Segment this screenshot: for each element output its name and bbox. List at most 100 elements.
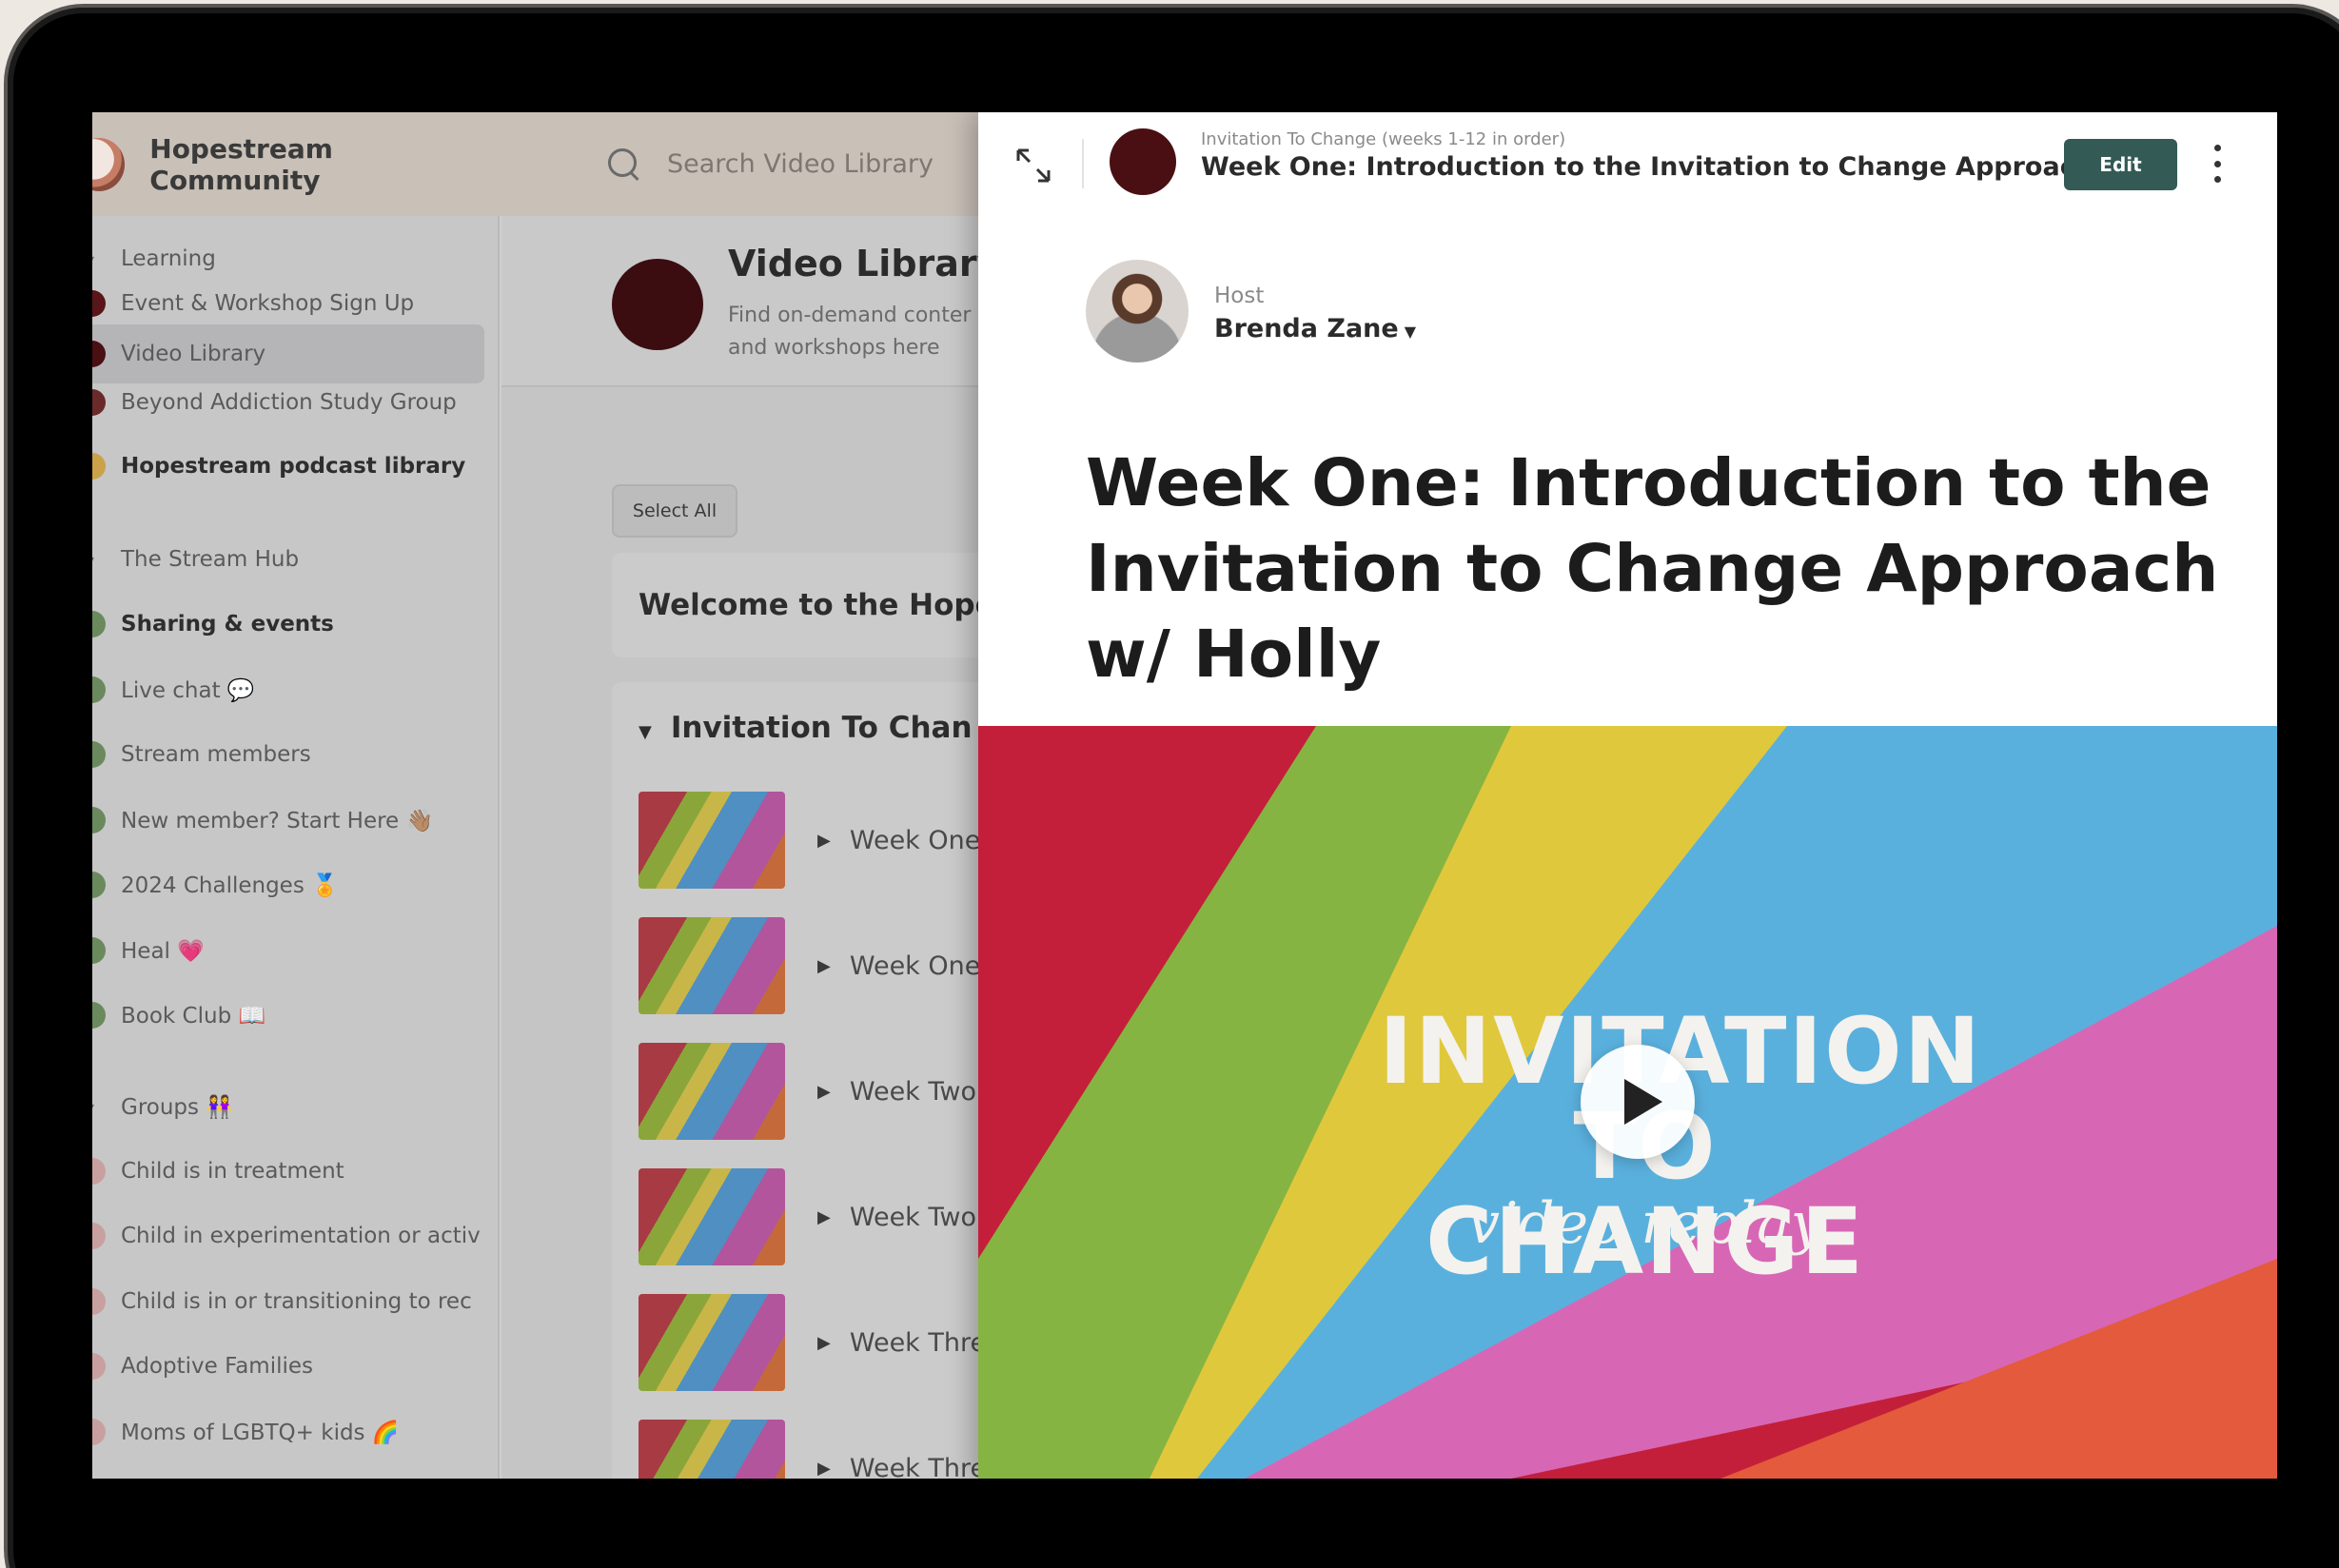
sidebar-item-groups[interactable]: ▾ Groups 👭 bbox=[92, 1077, 484, 1136]
header-title: Week One: Introduction to the Invitation… bbox=[1201, 152, 2174, 182]
space-icon bbox=[92, 872, 106, 898]
sidebar-item-label: Child in experimentation or activ bbox=[121, 1224, 481, 1248]
community-name: Hopestream Community bbox=[149, 132, 333, 196]
library-avatar bbox=[612, 259, 703, 350]
sidebar-item-stream-members[interactable]: Stream members bbox=[92, 725, 484, 784]
screen: Hopestream Community Search Video Librar… bbox=[92, 112, 2277, 1479]
sidebar-item-label: Moms of LGBTQ+ kids 🌈 bbox=[121, 1420, 400, 1445]
space-icon bbox=[92, 741, 106, 768]
chevron-down-icon[interactable]: ▾ bbox=[92, 551, 100, 569]
sidebar-item-label: Event & Workshop Sign Up bbox=[121, 291, 415, 316]
space-icon bbox=[92, 1288, 106, 1315]
sidebar-item-label: Hopestream podcast library bbox=[121, 454, 466, 479]
expand-icon[interactable] bbox=[1014, 147, 1052, 185]
space-icon bbox=[92, 1158, 106, 1185]
video-label: Week Thre bbox=[849, 1327, 987, 1358]
library-description-line: Find on-demand conter bbox=[728, 304, 972, 327]
library-description-line: and workshops here bbox=[728, 336, 940, 360]
sidebar-item-live-chat[interactable]: Live chat 💬 bbox=[92, 660, 484, 719]
space-avatar bbox=[1110, 128, 1176, 195]
video-thumbnail[interactable] bbox=[639, 917, 785, 1014]
caret-down-icon[interactable]: ▼ bbox=[639, 722, 652, 742]
video-label: Week One bbox=[849, 825, 981, 855]
video-thumbnail[interactable] bbox=[639, 1420, 785, 1479]
sidebar-item-book-club[interactable]: Book Club 📖 bbox=[92, 986, 484, 1045]
section-title[interactable]: ▼ Invitation To Chan bbox=[639, 711, 973, 745]
video-thumbnail[interactable] bbox=[639, 1294, 785, 1391]
space-icon bbox=[92, 676, 106, 703]
chevron-down-icon[interactable]: ▾ bbox=[92, 250, 100, 268]
post-panel: Invitation To Change (weeks 1-12 in orde… bbox=[978, 112, 2277, 1479]
community-logo-icon bbox=[92, 137, 126, 191]
space-icon bbox=[92, 1002, 106, 1029]
sidebar-item-beyond-addiction[interactable]: Beyond Addiction Study Group bbox=[92, 373, 484, 432]
sidebar-item-label: Stream members bbox=[121, 742, 311, 767]
section-title-label: Invitation To Chan bbox=[670, 711, 973, 745]
host-name-text: Brenda Zane bbox=[1214, 314, 1399, 343]
video-thumbnail[interactable] bbox=[639, 1168, 785, 1265]
device-frame: Hopestream Community Search Video Librar… bbox=[8, 8, 2339, 1568]
breadcrumb[interactable]: Invitation To Change (weeks 1-12 in orde… bbox=[1201, 129, 1565, 149]
video-player[interactable]: INVITATION TO CHANGE video replay bbox=[978, 726, 2277, 1479]
sidebar-item-heal[interactable]: Heal 💗 bbox=[92, 921, 484, 980]
space-icon bbox=[92, 1419, 106, 1445]
video-subtitle: video replay bbox=[1467, 1190, 1823, 1257]
sidebar-item-stream-hub[interactable]: ▾ The Stream Hub bbox=[92, 530, 484, 589]
sidebar-item-podcast-library[interactable]: Hopestream podcast library bbox=[92, 437, 484, 496]
sidebar-item-child-in-treatment[interactable]: Child is in treatment bbox=[92, 1142, 484, 1201]
video-label: Week Thre bbox=[849, 1453, 987, 1480]
space-icon bbox=[92, 807, 106, 833]
post-title: Week One: Introduction to the Invitation… bbox=[1086, 445, 2219, 693]
sidebar-item-label: Adoptive Families bbox=[121, 1354, 314, 1379]
caret-down-icon[interactable]: ▼ bbox=[1405, 323, 1416, 341]
play-icon: ▶ bbox=[817, 1458, 831, 1479]
sidebar-item-child-transitioning[interactable]: Child is in or transitioning to rec bbox=[92, 1272, 484, 1331]
space-icon bbox=[92, 453, 106, 480]
play-icon: ▶ bbox=[817, 955, 831, 976]
sidebar-item-label: Learning bbox=[121, 246, 216, 271]
sidebar-item-label: Video Library bbox=[121, 342, 266, 366]
sidebar-item-adoptive-families[interactable]: Adoptive Families bbox=[92, 1337, 484, 1396]
space-icon bbox=[92, 290, 106, 317]
video-label: Week Two bbox=[849, 1076, 977, 1107]
sidebar-item-label: Sharing & events bbox=[121, 612, 334, 637]
divider bbox=[1082, 139, 1084, 188]
video-thumbnail[interactable] bbox=[639, 1043, 785, 1140]
host-avatar[interactable] bbox=[1086, 260, 1189, 363]
space-icon bbox=[92, 611, 106, 637]
sidebar-item-label: Beyond Addiction Study Group bbox=[121, 390, 457, 415]
search-icon bbox=[606, 147, 642, 183]
search-placeholder[interactable]: Search Video Library bbox=[667, 149, 934, 179]
panel-header: Invitation To Change (weeks 1-12 in orde… bbox=[978, 112, 2277, 216]
sidebar-item-label: Book Club 📖 bbox=[121, 1003, 266, 1029]
brand[interactable]: Hopestream Community bbox=[92, 133, 501, 196]
sidebar-item-2024-challenges[interactable]: 2024 Challenges 🏅 bbox=[92, 855, 484, 914]
space-icon bbox=[92, 1353, 106, 1380]
space-icon bbox=[92, 389, 106, 416]
sidebar-item-child-experimentation[interactable]: Child in experimentation or activ bbox=[92, 1206, 484, 1265]
sidebar-item-new-member[interactable]: New member? Start Here 👋🏽 bbox=[92, 791, 484, 850]
sidebar-item-label: Live chat 💬 bbox=[121, 677, 255, 703]
sidebar-item-label: Child is in or transitioning to rec bbox=[121, 1289, 472, 1314]
play-icon: ▶ bbox=[817, 1081, 831, 1102]
play-icon: ▶ bbox=[817, 1206, 831, 1227]
sidebar-item-sharing-events[interactable]: Sharing & events bbox=[92, 595, 484, 654]
host-name[interactable]: Brenda Zane ▼ bbox=[1214, 314, 1416, 343]
more-options-icon[interactable] bbox=[2208, 145, 2227, 183]
video-label: Week One bbox=[849, 951, 981, 981]
search-bar[interactable]: Search Video Library bbox=[606, 147, 934, 183]
chevron-down-icon[interactable]: ▾ bbox=[92, 1098, 100, 1116]
video-thumbnail[interactable] bbox=[639, 792, 785, 889]
select-all-button[interactable]: Select All bbox=[612, 484, 737, 538]
sidebar-item-label: 2024 Challenges 🏅 bbox=[121, 872, 339, 898]
sidebar: ▾ Learning Event & Workshop Sign Up Vide… bbox=[92, 216, 500, 1479]
edit-button[interactable]: Edit bbox=[2064, 139, 2177, 190]
space-icon bbox=[92, 937, 106, 964]
sidebar-item-moms-lgbtq[interactable]: Moms of LGBTQ+ kids 🌈 bbox=[92, 1402, 484, 1461]
sidebar-item-label: Heal 💗 bbox=[121, 938, 205, 964]
space-icon bbox=[92, 1223, 106, 1249]
play-button[interactable] bbox=[1581, 1045, 1695, 1159]
play-icon: ▶ bbox=[817, 830, 831, 851]
sidebar-item-label: The Stream Hub bbox=[121, 547, 300, 572]
library-description: Find on-demand conter and workshops here bbox=[728, 300, 971, 364]
